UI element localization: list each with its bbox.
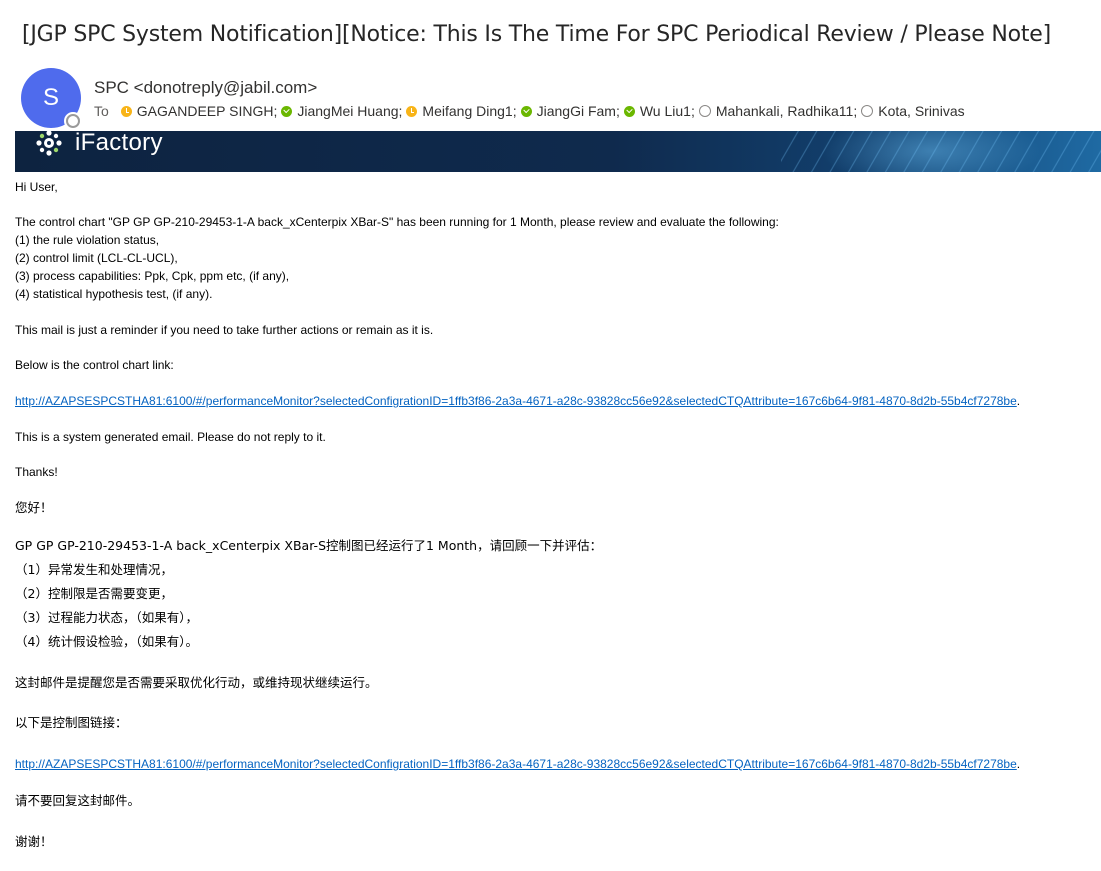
system-note-en: This is a system generated email. Please… <box>15 430 326 444</box>
status-available-icon <box>623 105 635 117</box>
sender-name[interactable]: SPC <donotreply@jabil.com> <box>94 78 317 98</box>
recipient[interactable]: JiangMei Huang; <box>281 103 402 119</box>
control-chart-link[interactable]: http://AZAPSESPCSTHA81:6100/#/performanc… <box>15 757 1017 771</box>
link-suffix: . <box>1016 394 1021 408</box>
avatar-initial: S <box>42 84 59 111</box>
recipient[interactable]: GAGANDEEP SINGH; <box>120 103 278 119</box>
presence-offline-icon <box>64 112 82 130</box>
recipient-name: JiangGi Fam; <box>536 103 620 119</box>
list-item: （1）异常发生和处理情况， <box>15 562 173 577</box>
list-item: (3) process capabilities: Ppk, Cpk, ppm … <box>15 269 290 283</box>
thanks-en: Thanks! <box>15 465 58 479</box>
link-line-cn: http://AZAPSESPCSTHA81:6100/#/performanc… <box>15 755 1020 773</box>
system-note-cn: 请不要回复这封邮件。 <box>15 793 141 808</box>
email-subject: [JGP SPC System Notification][Notice: Th… <box>22 22 1052 47</box>
recipient-name: Kota, Srinivas <box>878 103 965 119</box>
recipient-name: GAGANDEEP SINGH; <box>136 103 278 119</box>
greeting-en: Hi User, <box>15 180 58 194</box>
control-chart-link[interactable]: http://AZAPSESPCSTHA81:6100/#/performanc… <box>15 394 1017 408</box>
list-item: （2）控制限是否需要变更， <box>15 586 173 601</box>
recipient[interactable]: Kota, Srinivas <box>861 103 965 119</box>
reminder-en: This mail is just a reminder if you need… <box>15 323 434 337</box>
banner-decoration <box>781 131 1101 172</box>
intro-en: The control chart "GP GP GP-210-29453-1-… <box>15 215 779 229</box>
recipient-name: JiangMei Huang; <box>297 103 403 119</box>
list-item: (2) control limit (LCL-CL-UCL), <box>15 251 178 265</box>
link-intro-en: Below is the control chart link: <box>15 358 174 372</box>
link-suffix: . <box>1016 757 1021 771</box>
brand-name: iFactory <box>75 131 163 156</box>
status-available-icon <box>281 105 293 117</box>
status-offline-icon <box>698 105 711 117</box>
list-item: （4）统计假设检验，（如果有）。 <box>15 634 198 649</box>
recipient[interactable]: JiangGi Fam; <box>520 103 620 119</box>
recipient[interactable]: Wu Liu1; <box>623 103 695 119</box>
ifactory-banner: iFactory <box>15 131 1101 172</box>
thanks-cn: 谢谢！ <box>15 834 53 849</box>
brand-logo: iFactory <box>35 131 163 157</box>
list-item: (4) statistical hypothesis test, (if any… <box>15 287 213 301</box>
recipient-name: Meifang Ding1; <box>422 103 517 119</box>
recipient-name: Wu Liu1; <box>639 103 695 119</box>
to-label: To <box>94 103 109 119</box>
link-line-en: http://AZAPSESPCSTHA81:6100/#/performanc… <box>15 392 1020 410</box>
list-item: (1) the rule violation status, <box>15 233 160 247</box>
greeting-cn: 您好！ <box>15 500 53 515</box>
status-available-icon <box>520 105 532 117</box>
recipient[interactable]: Meifang Ding1; <box>406 103 517 119</box>
gear-network-icon <box>36 131 62 156</box>
intro-cn: GP GP GP-210-29453-1-A back_xCenterpix X… <box>15 538 603 553</box>
reminder-cn: 这封邮件是提醒您是否需要采取优化行动，或维持现状继续运行。 <box>15 675 378 690</box>
status-away-icon <box>120 105 132 117</box>
list-item: （3）过程能力状态，（如果有）， <box>15 610 198 625</box>
status-away-icon <box>406 105 418 117</box>
status-offline-icon <box>861 105 874 117</box>
recipient[interactable]: Mahankali, Radhika11; <box>698 103 858 119</box>
recipient-name: Mahankali, Radhika11; <box>715 103 858 119</box>
recipients-line: To GAGANDEEP SINGH; JiangMei Huang; Meif… <box>94 103 969 119</box>
link-intro-cn: 以下是控制图链接： <box>15 715 128 730</box>
